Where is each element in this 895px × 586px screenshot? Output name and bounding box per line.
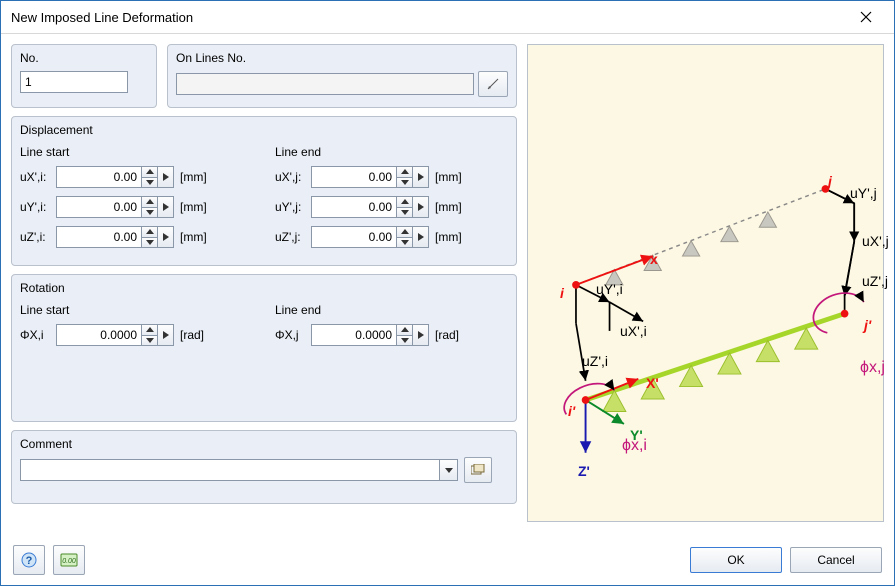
phi-xj-input[interactable] — [311, 324, 397, 346]
rotation-end-head: Line end — [275, 303, 508, 317]
displacement-start-head: Line start — [20, 145, 253, 159]
disp-i-2-step-button[interactable] — [158, 226, 174, 248]
diagram-label-j: j — [828, 173, 832, 189]
diagram-label-ip: i' — [568, 403, 575, 419]
diagram-label-jp: j' — [864, 317, 871, 333]
diagram-label-phixj: ϕx,j — [860, 359, 885, 377]
disp-i-2-input[interactable] — [56, 226, 142, 248]
diagram-label-uXj: uX',j — [862, 233, 889, 249]
diagram-label-phixi: ϕx,i — [622, 437, 647, 455]
disp-i-2-spinner[interactable] — [142, 226, 158, 248]
no-label: No. — [20, 51, 148, 65]
rotation-legend: Rotation — [20, 281, 508, 295]
rotation-unit-j: [rad] — [435, 328, 459, 342]
displacement-end-head: Line end — [275, 145, 508, 159]
disp-i-0-label: uX',i: — [20, 170, 56, 184]
disp-i-2-label: uZ',i: — [20, 230, 56, 244]
help-button[interactable]: ? — [13, 545, 45, 575]
diagram-label-x: x — [650, 251, 658, 267]
units-button[interactable]: 0.00 — [53, 545, 85, 575]
phi-xj-step-button[interactable] — [413, 324, 429, 346]
disp-j-2-unit: [mm] — [435, 230, 462, 244]
rotation-unit: [rad] — [180, 328, 204, 342]
diagram-label-uZi: uZ',i — [582, 353, 608, 369]
disp-i-0-unit: [mm] — [180, 170, 207, 184]
rotation-fieldset: Rotation Line start ΦX,i — [11, 274, 517, 422]
diagram-label-uYi: uY',i — [596, 281, 623, 297]
disp-i-0-spinner[interactable] — [142, 166, 158, 188]
disp-j-0-unit: [mm] — [435, 170, 462, 184]
disp-i-1-unit: [mm] — [180, 200, 207, 214]
disp-j-2-spinner[interactable] — [397, 226, 413, 248]
diagram-label-uZj: uZ',j — [862, 273, 888, 289]
disp-j-0-label: uX',j: — [275, 170, 311, 184]
comment-fieldset: Comment — [11, 430, 517, 504]
disp-i-1-input[interactable] — [56, 196, 142, 218]
phi-xj-label: ΦX,j — [275, 328, 311, 342]
pick-lines-button[interactable] — [478, 71, 508, 97]
disp-j-2-label: uZ',j: — [275, 230, 311, 244]
disp-i-0-input[interactable] — [56, 166, 142, 188]
diagram-preview: j i i' j' x X' Y' Z' uY',j uX',j uZ',j u… — [527, 44, 884, 522]
svg-text:0.00: 0.00 — [62, 558, 76, 565]
phi-xi-step-button[interactable] — [158, 324, 174, 346]
phi-xi-label: ΦX,i — [20, 328, 56, 342]
onlines-label: On Lines No. — [176, 51, 508, 65]
disp-i-1-spinner[interactable] — [142, 196, 158, 218]
onlines-fieldset: On Lines No. — [167, 44, 517, 108]
ok-button[interactable]: OK — [690, 547, 782, 573]
cancel-button[interactable]: Cancel — [790, 547, 882, 573]
disp-j-2-step-button[interactable] — [413, 226, 429, 248]
disp-j-1-label: uY',j: — [275, 200, 311, 214]
comment-library-button[interactable] — [464, 457, 492, 483]
disp-j-0-step-button[interactable] — [413, 166, 429, 188]
disp-j-0-spinner[interactable] — [397, 166, 413, 188]
diagram-label-Xp: X' — [646, 375, 659, 391]
disp-i-2-unit: [mm] — [180, 230, 207, 244]
diagram-label-uXi: uX',i — [620, 323, 647, 339]
window-title: New Imposed Line Deformation — [11, 10, 846, 25]
disp-i-0-step-button[interactable] — [158, 166, 174, 188]
diagram-label-i: i — [560, 285, 564, 301]
disp-j-1-step-button[interactable] — [413, 196, 429, 218]
titlebar: New Imposed Line Deformation — [1, 1, 894, 34]
displacement-legend: Displacement — [20, 123, 508, 137]
disp-i-1-label: uY',i: — [20, 200, 56, 214]
comment-input[interactable] — [20, 459, 440, 481]
diagram-label-Zp: Z' — [578, 463, 590, 479]
comment-dropdown-button[interactable] — [440, 459, 458, 481]
no-input[interactable] — [20, 71, 128, 93]
disp-j-1-unit: [mm] — [435, 200, 462, 214]
disp-j-0-input[interactable] — [311, 166, 397, 188]
displacement-fieldset: Displacement Line start uX',i: [mm] uY',… — [11, 116, 517, 266]
phi-xj-spinner[interactable] — [397, 324, 413, 346]
disp-j-1-spinner[interactable] — [397, 196, 413, 218]
close-button[interactable] — [846, 6, 886, 28]
comment-legend: Comment — [20, 437, 508, 451]
phi-xi-spinner[interactable] — [142, 324, 158, 346]
disp-j-1-input[interactable] — [311, 196, 397, 218]
disp-i-1-step-button[interactable] — [158, 196, 174, 218]
phi-xi-input[interactable] — [56, 324, 142, 346]
footer: ? 0.00 OK Cancel — [1, 535, 894, 585]
diagram-label-uYj: uY',j — [850, 185, 877, 201]
no-fieldset: No. — [11, 44, 157, 108]
svg-text:?: ? — [26, 555, 33, 567]
disp-j-2-input[interactable] — [311, 226, 397, 248]
onlines-input[interactable] — [176, 73, 474, 95]
rotation-start-head: Line start — [20, 303, 253, 317]
diagram-svg — [528, 45, 883, 502]
